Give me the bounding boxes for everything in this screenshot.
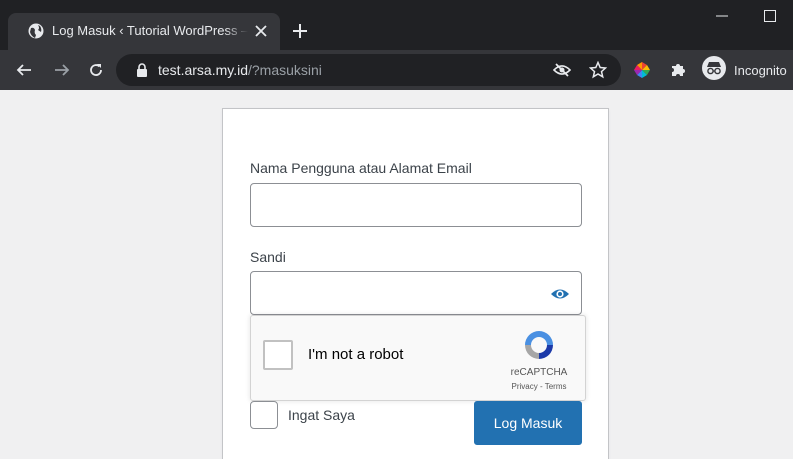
- globe-icon: [28, 23, 44, 39]
- recaptcha-checkbox[interactable]: [263, 340, 293, 370]
- incognito-icon: [702, 55, 726, 85]
- recaptcha-terms-link[interactable]: Privacy - Terms: [479, 382, 599, 391]
- incognito-indicator[interactable]: Incognito: [702, 55, 787, 85]
- puzzle-icon[interactable]: [668, 60, 688, 80]
- login-form: Nama Pengguna atau Alamat Email Sandi I'…: [222, 108, 609, 459]
- forward-arrow-icon[interactable]: [52, 60, 72, 80]
- url-text[interactable]: test.arsa.my.id/?masuksini: [158, 62, 322, 78]
- close-tab-icon[interactable]: [251, 21, 271, 41]
- username-input[interactable]: [250, 183, 582, 227]
- recaptcha-brand: reCAPTCHA: [510, 367, 568, 378]
- password-label: Sandi: [250, 249, 286, 265]
- lock-icon[interactable]: [136, 63, 148, 77]
- tab-title: Log Masuk ‹ Tutorial WordPress — WordPre…: [52, 23, 248, 38]
- browser-tab-strip: Log Masuk ‹ Tutorial WordPress — WordPre…: [0, 0, 793, 50]
- login-submit-button[interactable]: Log Masuk: [474, 401, 582, 445]
- star-icon[interactable]: [588, 60, 608, 80]
- page-body: Nama Pengguna atau Alamat Email Sandi I'…: [0, 90, 793, 459]
- remember-me: Ingat Saya: [250, 401, 355, 429]
- recaptcha-widget: I'm not a robot reCAPTCHA Privacy - Term…: [250, 315, 586, 401]
- back-arrow-icon[interactable]: [14, 60, 34, 80]
- username-label: Nama Pengguna atau Alamat Email: [250, 160, 472, 176]
- url-path: /?masuksini: [248, 62, 322, 78]
- eye-off-icon[interactable]: [552, 60, 572, 80]
- reload-icon[interactable]: [86, 60, 106, 80]
- remember-me-label[interactable]: Ingat Saya: [288, 407, 355, 423]
- recaptcha-label: I'm not a robot: [308, 346, 404, 363]
- password-input[interactable]: [250, 271, 582, 315]
- incognito-label: Incognito: [734, 62, 787, 78]
- url-host: test.arsa.my.id: [158, 62, 248, 78]
- browser-tab[interactable]: Log Masuk ‹ Tutorial WordPress — WordPre…: [8, 13, 280, 50]
- show-password-eye-icon[interactable]: [549, 284, 571, 304]
- recaptcha-logo-icon: [522, 328, 556, 362]
- new-tab-icon[interactable]: [290, 21, 310, 41]
- color-extension-icon[interactable]: [632, 60, 652, 80]
- maximize-icon[interactable]: [762, 8, 778, 24]
- address-bar[interactable]: test.arsa.my.id/?masuksini: [116, 54, 621, 86]
- minimize-icon[interactable]: [714, 8, 730, 24]
- remember-me-checkbox[interactable]: [250, 401, 278, 429]
- browser-toolbar: test.arsa.my.id/?masuksini Incognito: [0, 50, 793, 90]
